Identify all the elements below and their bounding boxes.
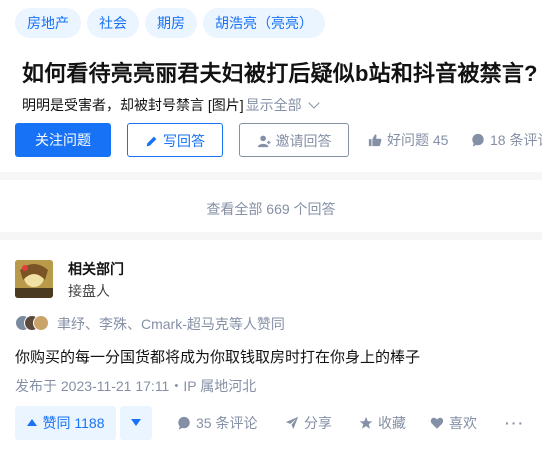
show-all-link[interactable]: 显示全部 <box>246 97 302 113</box>
answer-content[interactable]: 你购买的每一分国货都将成为你取钱取房时打在你身上的棒子 <box>15 346 420 367</box>
author-name[interactable]: 相关部门 <box>68 259 124 279</box>
downvote-button[interactable] <box>120 406 152 440</box>
share-button[interactable]: 分享 <box>285 406 332 440</box>
question-comments-label: 18 条评论 <box>490 132 542 148</box>
topic-tag[interactable]: 胡浩亮（亮亮） <box>203 8 325 38</box>
avatar[interactable] <box>15 260 53 298</box>
good-question-label: 好问题 45 <box>387 132 449 148</box>
triangle-up-icon <box>26 418 37 426</box>
star-icon <box>359 417 373 430</box>
topic-tag[interactable]: 期房 <box>145 8 197 38</box>
thumb-up-icon <box>368 134 382 147</box>
publish-info[interactable]: 发布于 2023-11-21 17:11・IP 属地河北 <box>15 376 256 396</box>
write-answer-button[interactable]: 写回答 <box>127 123 223 157</box>
topic-list: 房地产 社会 期房 胡浩亮（亮亮） <box>15 8 331 38</box>
topic-tag[interactable]: 房地产 <box>15 8 81 38</box>
good-question-button[interactable]: 好问题 45 <box>368 123 448 157</box>
follow-question-label: 关注问题 <box>35 132 91 148</box>
collect-button[interactable]: 收藏 <box>359 406 406 440</box>
avatar-image <box>15 260 53 298</box>
pencil-icon <box>146 136 157 147</box>
write-answer-label: 写回答 <box>163 133 205 149</box>
chevron-down-icon[interactable] <box>308 97 320 109</box>
question-description-text: 明明是受害者，却被封号禁言 [图片] <box>22 97 244 113</box>
voters-text: 聿纾、李殊、Cmark-超马克等人赞同 <box>57 316 285 332</box>
comment-bubble-icon <box>472 134 484 147</box>
like-label: 喜欢 <box>449 415 477 431</box>
invite-answer-button[interactable]: 邀请回答 <box>239 123 349 157</box>
author-bio: 接盘人 <box>68 283 110 299</box>
follow-question-button[interactable]: 关注问题 <box>15 123 111 157</box>
upvote-label: 赞同 1188 <box>42 415 105 431</box>
voter-avatar[interactable] <box>33 315 49 331</box>
question-card: 房地产 社会 期房 胡浩亮（亮亮） 如何看待亮亮丽君夫妇被打后疑似b站和抖音被禁… <box>0 0 542 172</box>
question-comments-button[interactable]: 18 条评论 <box>471 123 542 157</box>
topic-tag[interactable]: 社会 <box>87 8 139 38</box>
collect-label: 收藏 <box>378 415 406 431</box>
answer-comments-button[interactable]: 35 条评论 <box>177 406 257 440</box>
share-label: 分享 <box>304 415 332 431</box>
comment-bubble-icon <box>178 417 190 430</box>
upvote-button[interactable]: 赞同 1188 <box>15 406 116 440</box>
answer-comments-label: 35 条评论 <box>196 415 258 431</box>
triangle-down-icon <box>131 419 141 427</box>
like-button[interactable]: 喜欢 <box>430 406 477 440</box>
invite-user-icon <box>257 135 271 148</box>
question-description: 明明是受害者，却被封号禁言 [图片] 显示全部 <box>22 95 320 115</box>
share-arrow-icon <box>285 417 299 430</box>
question-title[interactable]: 如何看待亮亮丽君夫妇被打后疑似b站和抖音被禁言? <box>22 56 538 88</box>
invite-answer-label: 邀请回答 <box>275 133 332 149</box>
more-options-icon: ··· <box>505 415 525 431</box>
view-all-answers-link[interactable]: 查看全部 669 个回答 <box>0 200 542 218</box>
heart-icon <box>430 418 444 429</box>
more-options-button[interactable]: ··· <box>505 406 525 440</box>
